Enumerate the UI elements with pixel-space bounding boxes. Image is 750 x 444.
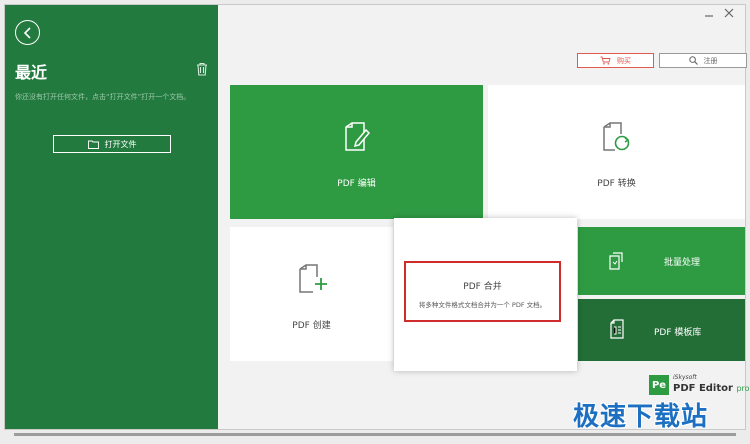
register-button[interactable]: 注册 [659,53,747,68]
tile-pdf-template[interactable]: PDF 模板库 [578,299,745,361]
tile-merge-label: PDF 合并 [463,282,502,292]
buy-label: 购买 [617,56,631,65]
minimize-icon[interactable] [704,8,714,18]
recent-hint: 你还没有打开任何文件，点击“打开文件”打开一个文档。 [15,93,191,101]
open-file-button[interactable]: 打开文件 [53,135,171,153]
tile-pdf-edit[interactable]: PDF 编辑 [230,85,483,219]
template-icon [610,319,624,339]
tile-convert-label: PDF 转换 [597,179,636,189]
back-button[interactable] [15,20,40,45]
tile-batch-process[interactable]: 批量处理 [578,227,745,295]
brand-product-name: PDF Editor [673,383,733,394]
tile-pdf-merge[interactable]: PDF 合并 将多种文件格式文档合并为一个 PDF 文档。 [394,218,577,371]
trash-icon[interactable] [195,62,209,76]
cart-icon [600,56,611,65]
brand-company: iSkysoft [673,374,697,381]
register-label: 注册 [703,56,718,65]
tile-batch-label: 批量处理 [664,258,701,268]
app-window: 最近 你还没有打开任何文件，点击“打开文件”打开一个文档。 打开文件 购买 注册… [4,4,750,430]
brand-edition: pro [736,384,750,393]
tile-template-label: PDF 模板库 [654,328,702,338]
watermark: 极速下载站 [573,402,709,432]
open-file-label: 打开文件 [104,139,137,149]
tile-pdf-convert[interactable]: PDF 转换 [488,85,745,219]
folder-icon [87,140,99,149]
tile-pdf-create[interactable]: PDF 创建 [230,227,393,361]
sidebar-title: 最近 [15,63,48,82]
convert-doc-icon [603,122,630,151]
brand-product: PDF Editor pro [673,383,750,394]
sidebar: 最近 你还没有打开任何文件，点击“打开文件”打开一个文档。 打开文件 [5,5,218,429]
tile-create-label: PDF 创建 [292,321,331,331]
search-icon [688,56,698,65]
close-icon[interactable] [724,8,734,18]
tile-merge-desc: 将多种文件格式文档合并为一个 PDF 文档。 [418,301,547,309]
tile-edit-label: PDF 编辑 [337,179,376,189]
merge-highlight: PDF 合并 将多种文件格式文档合并为一个 PDF 文档。 [404,261,561,322]
buy-button[interactable]: 购买 [577,53,654,68]
pe-logo-icon: Pe [649,375,669,395]
back-icon [23,26,31,39]
horizontal-scrollbar[interactable] [14,433,736,436]
add-doc-icon [299,264,327,293]
batch-icon [609,252,623,270]
edit-doc-icon [345,122,371,151]
